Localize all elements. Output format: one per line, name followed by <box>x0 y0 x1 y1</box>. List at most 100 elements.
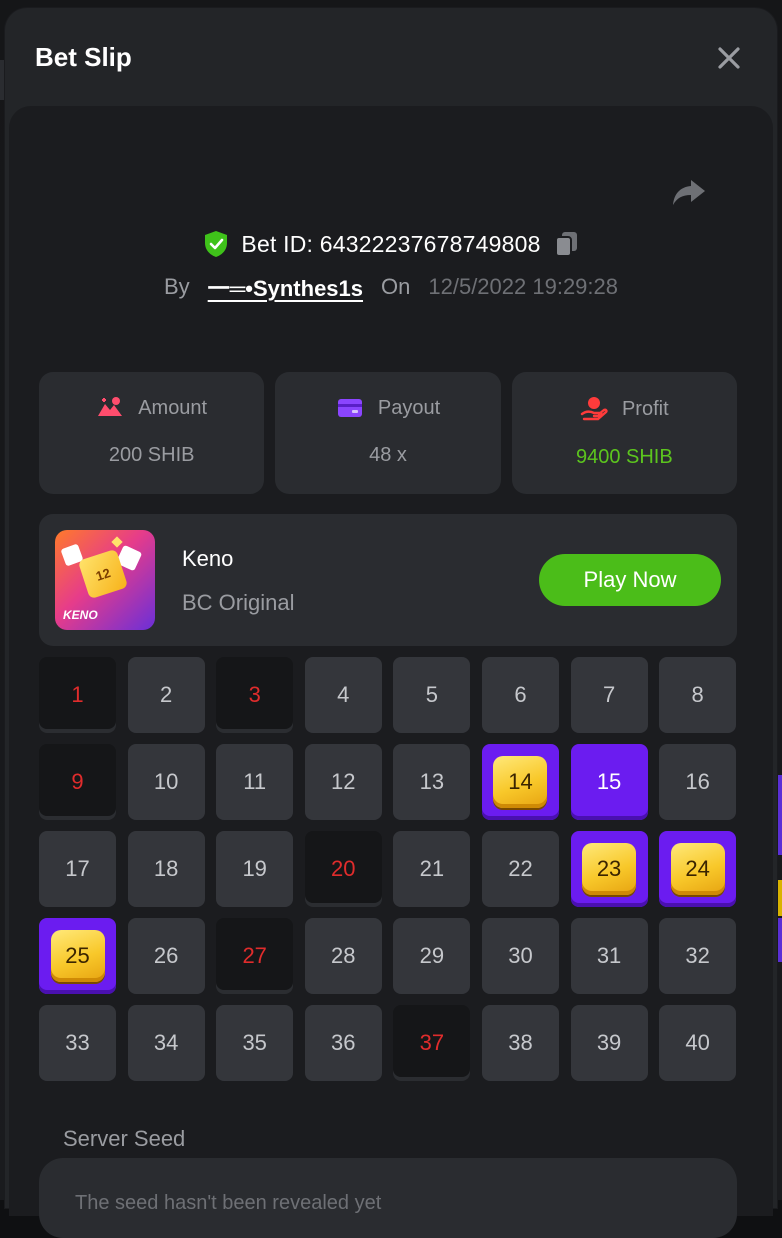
keno-number: 12 <box>331 769 356 794</box>
stat-label: Payout <box>377 396 441 419</box>
keno-cell-25[interactable]: 25 <box>39 918 116 994</box>
keno-cell-9[interactable]: 9 <box>39 744 116 820</box>
stat-value: 200 SHIB <box>108 444 195 466</box>
keno-number: 30 <box>508 943 533 968</box>
gem-icon: 14 <box>493 756 548 808</box>
gem-icon: 23 <box>582 843 637 895</box>
keno-number: 34 <box>153 1030 179 1055</box>
game-thumbnail[interactable]: 12 KENO <box>55 530 155 630</box>
keno-cell-26[interactable]: 26 <box>127 918 205 994</box>
keno-cell-37[interactable]: 37 <box>393 1005 471 1081</box>
keno-number: 15 <box>596 769 622 794</box>
keno-cell-30[interactable]: 30 <box>481 918 559 994</box>
game-card: 12 KENO Keno BC Original Play Now <box>39 514 737 646</box>
keno-cell-39[interactable]: 39 <box>570 1005 648 1081</box>
server-seed-text: The seed hasn't been revealed yet <box>75 1192 382 1214</box>
bet-meta-row: By 一═•Synthes1s On 12/5/2022 19:29:28 <box>9 270 773 304</box>
keno-cell-33[interactable]: 33 <box>39 1005 116 1081</box>
keno-number: 13 <box>419 769 445 794</box>
modal-title: Bet Slip <box>35 42 132 72</box>
keno-number: 40 <box>685 1030 710 1055</box>
keno-cell-24[interactable]: 24 <box>659 831 737 907</box>
stat-payout: Payout 48 x <box>275 372 501 494</box>
keno-cell-36[interactable]: 36 <box>304 1005 382 1081</box>
keno-cell-19[interactable]: 19 <box>216 831 294 907</box>
keno-number: 7 <box>602 682 616 707</box>
keno-cell-23[interactable]: 23 <box>570 831 648 907</box>
keno-number: 28 <box>331 943 356 968</box>
keno-cell-40[interactable]: 40 <box>659 1005 737 1081</box>
keno-cell-38[interactable]: 38 <box>481 1005 559 1081</box>
bet-stats: Amount 200 SHIB Payout 48 x Profit 9400 … <box>39 372 737 494</box>
keno-cell-32[interactable]: 32 <box>659 918 737 994</box>
close-button[interactable] <box>715 44 743 72</box>
keno-cell-8[interactable]: 8 <box>659 657 737 733</box>
keno-cell-29[interactable]: 29 <box>393 918 471 994</box>
keno-cell-3[interactable]: 3 <box>216 657 294 733</box>
keno-cell-1[interactable]: 1 <box>39 657 116 733</box>
keno-number: 5 <box>425 682 438 707</box>
bet-slip-modal: Bet Slip Bet ID: 64322237678749808 By 一═… <box>5 8 777 1238</box>
game-name: Keno <box>182 546 234 571</box>
keno-cell-18[interactable]: 18 <box>127 831 205 907</box>
keno-cell-34[interactable]: 34 <box>127 1005 205 1081</box>
card-icon <box>337 399 362 417</box>
gem-icon: 24 <box>670 843 725 895</box>
keno-number: 33 <box>65 1030 90 1055</box>
keno-cell-4[interactable]: 4 <box>304 657 382 733</box>
share-button[interactable] <box>671 176 707 208</box>
keno-cell-11[interactable]: 11 <box>216 744 294 820</box>
keno-number: 1 <box>71 682 84 707</box>
keno-cell-12[interactable]: 12 <box>304 744 382 820</box>
username-link[interactable]: 一═•Synthes1s <box>208 271 363 303</box>
keno-number: 38 <box>508 1030 533 1055</box>
keno-cell-27[interactable]: 27 <box>216 918 294 994</box>
stat-amount: Amount 200 SHIB <box>39 372 265 494</box>
keno-cell-15[interactable]: 15 <box>570 744 648 820</box>
keno-cell-31[interactable]: 31 <box>570 918 648 994</box>
stat-value: 48 x <box>369 444 407 466</box>
keno-cell-6[interactable]: 6 <box>481 657 559 733</box>
keno-number: 31 <box>596 943 622 968</box>
keno-cell-2[interactable]: 2 <box>127 657 205 733</box>
keno-cell-10[interactable]: 10 <box>127 744 205 820</box>
keno-cell-7[interactable]: 7 <box>570 657 648 733</box>
gem-icon: 25 <box>50 930 105 982</box>
keno-number: 8 <box>691 682 704 707</box>
keno-number: 19 <box>242 856 267 881</box>
bet-datetime: 12/5/2022 19:29:28 <box>428 274 618 299</box>
keno-number: 36 <box>331 1030 356 1055</box>
keno-number: 22 <box>508 856 533 881</box>
keno-number: 37 <box>419 1030 445 1055</box>
keno-number: 17 <box>65 856 90 881</box>
bet-id-row: Bet ID: 64322237678749808 <box>9 226 773 262</box>
stat-label: Amount <box>138 396 208 419</box>
play-now-button[interactable]: Play Now <box>539 554 721 606</box>
keno-cell-35[interactable]: 35 <box>216 1005 294 1081</box>
keno-number: 35 <box>242 1030 267 1055</box>
keno-number: 4 <box>337 682 350 707</box>
keno-cell-20[interactable]: 20 <box>304 831 382 907</box>
game-provider: BC Original <box>182 590 295 615</box>
keno-number: 10 <box>153 769 179 794</box>
keno-number: 18 <box>153 856 179 881</box>
copy-icon <box>554 232 577 257</box>
stat-value: 9400 SHIB <box>575 446 673 468</box>
keno-number: 27 <box>242 943 267 968</box>
keno-cell-14[interactable]: 14 <box>481 744 559 820</box>
share-icon <box>673 180 705 205</box>
keno-number: 29 <box>419 943 445 968</box>
keno-cell-5[interactable]: 5 <box>393 657 471 733</box>
keno-cell-21[interactable]: 21 <box>393 831 471 907</box>
copy-button[interactable] <box>553 230 579 258</box>
bet-id: Bet ID: 64322237678749808 <box>241 230 541 257</box>
keno-cell-13[interactable]: 13 <box>393 744 471 820</box>
keno-cell-17[interactable]: 17 <box>39 831 116 907</box>
hand-coin-icon <box>580 397 608 421</box>
keno-cell-16[interactable]: 16 <box>659 744 737 820</box>
keno-number: 9 <box>71 769 84 794</box>
keno-number: 20 <box>331 856 356 881</box>
on-label: On <box>381 274 411 299</box>
keno-cell-28[interactable]: 28 <box>304 918 382 994</box>
keno-cell-22[interactable]: 22 <box>481 831 559 907</box>
